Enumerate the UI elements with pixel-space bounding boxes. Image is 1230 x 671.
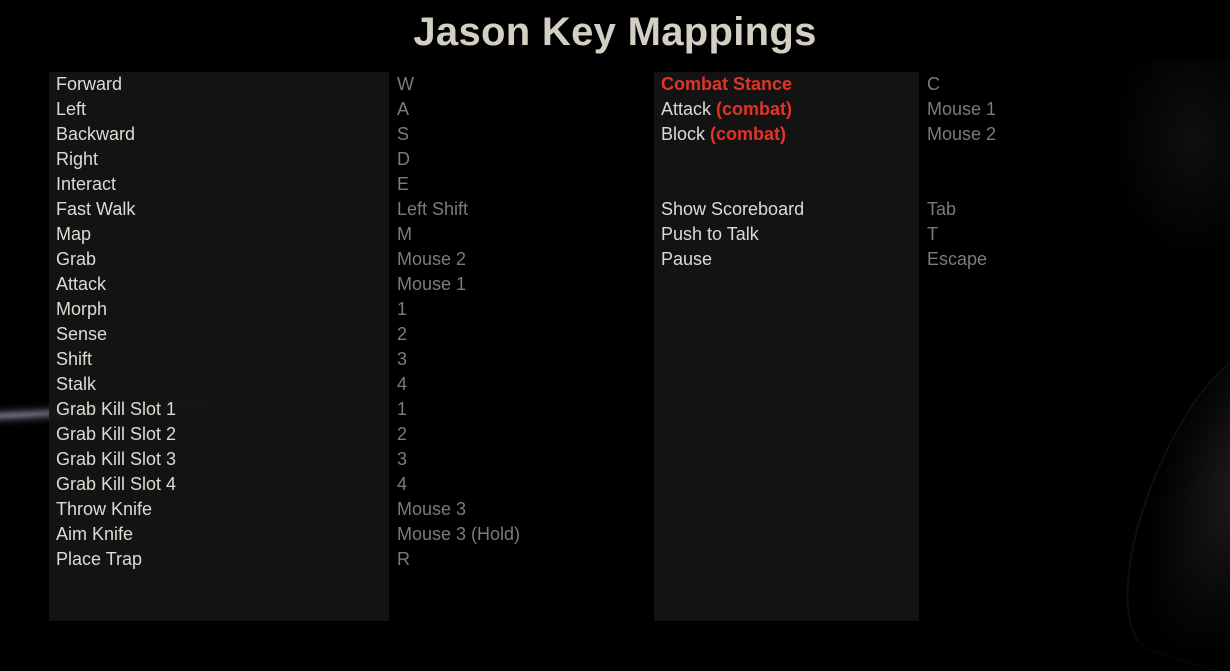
- key-binding[interactable]: Mouse 3 (Hold): [397, 522, 520, 547]
- key-binding: [927, 147, 996, 172]
- key-binding[interactable]: 2: [397, 322, 520, 347]
- action-label[interactable]: Sense: [56, 322, 176, 347]
- key-binding[interactable]: S: [397, 122, 520, 147]
- action-label[interactable]: Interact: [56, 172, 176, 197]
- right-key-list: C Mouse 1 Mouse 2 Tab T Escape: [927, 72, 996, 272]
- combat-highlight: (combat): [716, 99, 793, 119]
- key-binding[interactable]: 1: [397, 397, 520, 422]
- right-action-list: Combat Stance Attack (combat) Block (comba…: [661, 72, 804, 272]
- key-binding[interactable]: 4: [397, 372, 520, 397]
- action-label[interactable]: Grab Kill Slot 4: [56, 472, 176, 497]
- key-binding[interactable]: 2: [397, 422, 520, 447]
- action-label[interactable]: Throw Knife: [56, 497, 176, 522]
- action-label[interactable]: Forward: [56, 72, 176, 97]
- action-text: Push to Talk: [661, 224, 759, 244]
- action-label[interactable]: Aim Knife: [56, 522, 176, 547]
- page-title: Jason Key Mappings: [413, 10, 817, 54]
- key-binding[interactable]: A: [397, 97, 520, 122]
- key-binding[interactable]: Mouse 2: [397, 247, 520, 272]
- key-binding[interactable]: Escape: [927, 247, 996, 272]
- key-binding[interactable]: Left Shift: [397, 197, 520, 222]
- action-label[interactable]: Attack: [56, 272, 176, 297]
- action-text: Block: [661, 124, 706, 144]
- action-label[interactable]: Show Scoreboard: [661, 197, 804, 222]
- action-label[interactable]: Shift: [56, 347, 176, 372]
- action-text: Show Scoreboard: [661, 199, 805, 219]
- action-text: Attack: [661, 99, 712, 119]
- background-figure: [1103, 329, 1230, 671]
- key-binding[interactable]: R: [397, 547, 520, 572]
- action-label[interactable]: Left: [56, 97, 176, 122]
- combat-highlight: Combat Stance: [661, 74, 793, 94]
- action-label[interactable]: Morph: [56, 297, 176, 322]
- combat-highlight: (combat): [710, 124, 787, 144]
- action-label[interactable]: Attack (combat): [661, 97, 804, 122]
- key-binding: [927, 172, 996, 197]
- action-label[interactable]: Grab Kill Slot 3: [56, 447, 176, 472]
- action-label[interactable]: Fast Walk: [56, 197, 176, 222]
- action-label[interactable]: Block (combat): [661, 122, 804, 147]
- key-binding[interactable]: M: [397, 222, 520, 247]
- key-binding[interactable]: C: [927, 72, 996, 97]
- action-label[interactable]: Backward: [56, 122, 176, 147]
- action-label[interactable]: Map: [56, 222, 176, 247]
- action-label[interactable]: Grab: [56, 247, 176, 272]
- key-binding[interactable]: Mouse 3: [397, 497, 520, 522]
- background-haze: [1110, 60, 1230, 260]
- action-label: [661, 147, 804, 172]
- key-binding[interactable]: 4: [397, 472, 520, 497]
- key-binding[interactable]: Mouse 1: [927, 97, 996, 122]
- action-label: [661, 172, 804, 197]
- key-binding[interactable]: D: [397, 147, 520, 172]
- action-label[interactable]: Place Trap: [56, 547, 176, 572]
- action-label[interactable]: Right: [56, 147, 176, 172]
- action-label[interactable]: Push to Talk: [661, 222, 804, 247]
- key-binding[interactable]: 3: [397, 347, 520, 372]
- key-binding[interactable]: T: [927, 222, 996, 247]
- key-binding[interactable]: Mouse 2: [927, 122, 996, 147]
- action-label[interactable]: Grab Kill Slot 1: [56, 397, 176, 422]
- left-action-list: Forward Left Backward Right Interact Fast Wal…: [56, 72, 176, 572]
- key-binding[interactable]: 1: [397, 297, 520, 322]
- action-label[interactable]: Pause: [661, 247, 804, 272]
- key-binding[interactable]: E: [397, 172, 520, 197]
- key-binding[interactable]: Mouse 1: [397, 272, 520, 297]
- key-binding[interactable]: 3: [397, 447, 520, 472]
- left-key-list: W A S D E Left Shift M Mouse 2 Mouse 1 1 2 3 4 1 2 3 4 Mo…: [397, 72, 520, 572]
- key-binding[interactable]: W: [397, 72, 520, 97]
- action-label[interactable]: Grab Kill Slot 2: [56, 422, 176, 447]
- key-binding[interactable]: Tab: [927, 197, 996, 222]
- action-label[interactable]: Combat Stance: [661, 72, 804, 97]
- action-label[interactable]: Stalk: [56, 372, 176, 397]
- action-text: Pause: [661, 249, 713, 269]
